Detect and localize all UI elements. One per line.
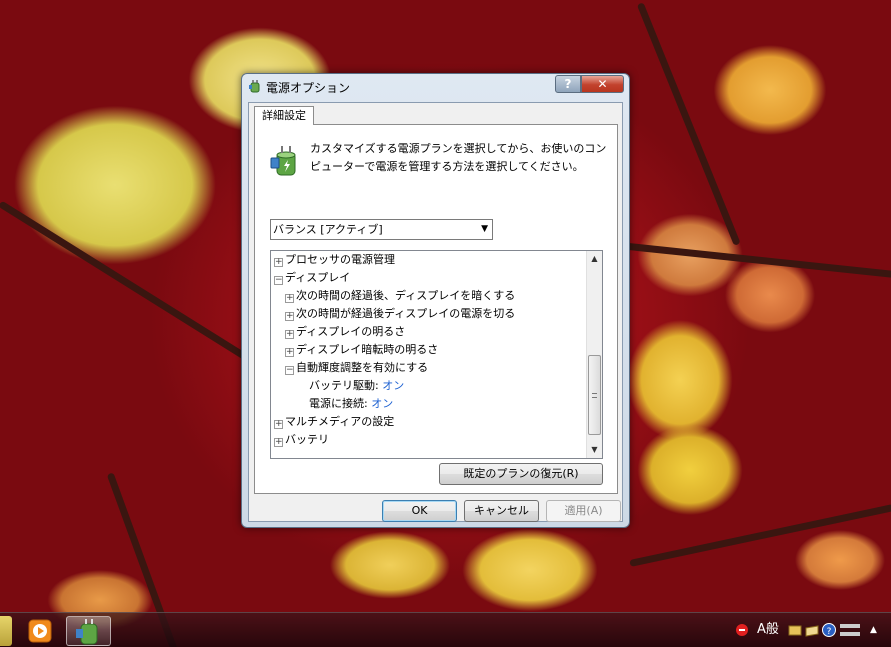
tree-item-battery[interactable]: + バッテリ	[274, 431, 329, 449]
setting-value-link[interactable]: オン	[382, 379, 404, 392]
wallpaper-branch	[629, 503, 891, 567]
vertical-scrollbar[interactable]: ▲ ▼	[586, 251, 602, 458]
expand-icon[interactable]: +	[285, 312, 294, 321]
taskbar-pinned-item[interactable]	[0, 616, 12, 646]
expand-icon[interactable]: +	[274, 438, 283, 447]
tree-item-adaptive-brightness[interactable]: − 自動輝度調整を有効にする	[285, 359, 428, 377]
wallpaper-branch	[0, 200, 282, 382]
wallpaper-branch	[599, 240, 891, 279]
expand-icon[interactable]: +	[285, 294, 294, 303]
tree-item-dim-after[interactable]: + 次の時間の経過後、ディスプレイを暗くする	[285, 287, 515, 305]
setting-label: バッテリ駆動:	[309, 379, 379, 392]
scrollbar-thumb[interactable]	[588, 355, 601, 435]
plan-dropdown-value: バランス [アクティブ]	[273, 223, 383, 236]
collapse-icon[interactable]: −	[274, 276, 283, 285]
grip-icon	[592, 393, 597, 398]
window-title: 電源オプション	[266, 81, 351, 95]
power-options-icon[interactable]	[66, 616, 111, 646]
expand-icon[interactable]: +	[274, 420, 283, 429]
ime-indicator[interactable]: A般	[757, 618, 787, 642]
ime-options-icon[interactable]	[839, 618, 861, 642]
title-bar[interactable]: 電源オプション ? ✕	[242, 74, 629, 98]
power-plan-icon	[270, 146, 296, 176]
dialog-client: 詳細設定 カスタマイズする電源プランを選択してから、お使いのコンピューターで電源…	[248, 102, 623, 522]
tree-item-multimedia[interactable]: + マルチメディアの設定	[274, 413, 394, 431]
expand-icon[interactable]: +	[274, 258, 283, 267]
tree-item-dimmed-brightness[interactable]: + ディスプレイ暗転時の明るさ	[285, 341, 438, 359]
tree-item-brightness[interactable]: + ディスプレイの明るさ	[285, 323, 405, 341]
chevron-down-icon: ▼	[481, 224, 488, 234]
tree-item-processor[interactable]: + プロセッサの電源管理	[274, 251, 395, 269]
help-icon[interactable]: ?	[821, 618, 837, 642]
close-button[interactable]: ✕	[581, 75, 624, 93]
restore-defaults-button[interactable]: 既定のプランの復元(R)	[439, 463, 603, 485]
media-player-icon[interactable]	[26, 616, 54, 646]
show-hidden-icons-button[interactable]: ▲	[870, 618, 884, 642]
plan-dropdown[interactable]: バランス [アクティブ] ▼	[270, 219, 493, 240]
power-options-dialog[interactable]: 電源オプション ? ✕ 詳細設定 カスタマイズする電源プランを選択してから、お使…	[241, 73, 630, 528]
wallpaper-branch	[636, 2, 741, 246]
ime-tool-icon[interactable]	[787, 618, 803, 642]
tab-advanced-settings[interactable]: 詳細設定	[254, 106, 314, 125]
help-button[interactable]: ?	[555, 75, 581, 93]
expand-icon[interactable]: +	[285, 348, 294, 357]
collapse-icon[interactable]: −	[285, 366, 294, 375]
expand-icon[interactable]: +	[285, 330, 294, 339]
apply-button[interactable]: 適用(A)	[546, 500, 621, 522]
action-center-flag-icon[interactable]	[733, 618, 751, 642]
settings-tree[interactable]: + プロセッサの電源管理 − ディスプレイ + 次の時間の経過後、ディスプレイを暗くす…	[270, 250, 603, 459]
power-options-icon	[249, 80, 260, 93]
setting-label: 電源に接続:	[309, 397, 368, 410]
ime-pad-icon[interactable]	[804, 618, 820, 642]
scroll-down-icon[interactable]: ▼	[587, 442, 602, 458]
description-text: カスタマイズする電源プランを選択してから、お使いのコンピューターで電源を管理する…	[310, 142, 607, 173]
ok-button[interactable]: OK	[382, 500, 457, 522]
setting-plugged-in[interactable]: 電源に接続: オン	[309, 395, 393, 413]
tab-panel: カスタマイズする電源プランを選択してから、お使いのコンピューターで電源を管理する…	[254, 124, 618, 494]
scroll-up-icon[interactable]: ▲	[587, 251, 602, 267]
cancel-button[interactable]: キャンセル	[464, 500, 539, 522]
tree-item-off-after[interactable]: + 次の時間が経過後ディスプレイの電源を切る	[285, 305, 515, 323]
setting-on-battery[interactable]: バッテリ駆動: オン	[309, 377, 404, 395]
svg-text:?: ?	[827, 627, 832, 637]
tree-item-display[interactable]: − ディスプレイ	[274, 269, 350, 287]
setting-value-link[interactable]: オン	[371, 397, 393, 410]
